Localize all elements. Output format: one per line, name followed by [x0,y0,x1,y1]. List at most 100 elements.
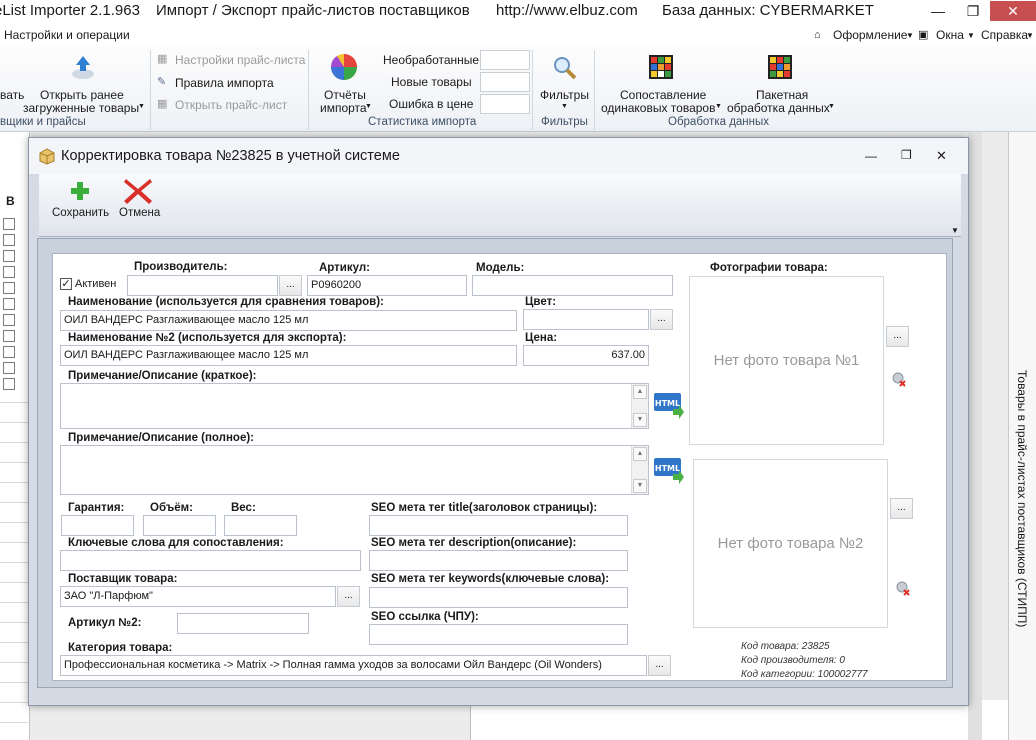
import-rules-button[interactable]: Правила импорта [175,76,274,90]
scroll-down-icon[interactable]: ▼ [633,413,647,427]
manufacturer-input[interactable] [127,275,278,296]
photo-slot-1[interactable]: Нет фото товара №1 [689,276,884,445]
menu-help[interactable]: Справка [981,28,1028,42]
row-checkbox[interactable] [3,250,15,262]
dialog-toolbar: Сохранить Отмена ▼ [39,174,961,237]
match-button-line1[interactable]: Сопоставление [620,88,706,102]
short-description-label: Примечание/Описание (краткое): [68,370,257,382]
photo1-browse-button[interactable]: ... [886,326,909,347]
filters-button[interactable]: Фильтры [540,88,589,102]
open-previous-button-line1[interactable]: Открыть ранее [40,88,124,102]
seo-description-input[interactable] [369,550,628,571]
rubiks-cube-icon[interactable] [646,52,676,82]
remove-photo-icon[interactable] [895,580,911,596]
row-checkbox[interactable] [3,266,15,278]
pricelist-settings-button[interactable]: Настройки прайс-листа [175,53,305,67]
row-checkbox[interactable] [3,314,15,326]
name-input[interactable]: ОИЛ ВАНДЕРС Разглаживающее масло 125 мл [60,310,517,331]
sku-input[interactable]: P0960200 [307,275,467,296]
row-checkbox[interactable] [3,330,15,342]
batch-button-line2[interactable]: обработка данных [727,101,830,115]
rules-icon: ✎ [157,76,167,88]
rubiks-cube-icon[interactable] [765,52,795,82]
sku2-input[interactable] [177,613,309,634]
keywords-input[interactable] [60,550,361,571]
seo-title-label: SEO мета тег title(заголовок страницы): [371,502,598,514]
row-checkbox[interactable] [3,298,15,310]
seo-keywords-label: SEO мета тег keywords(ключевые слова): [371,573,610,585]
minimize-icon[interactable]: — [865,149,877,163]
open-pricelist-button[interactable]: Открыть прайс-лист [175,98,287,112]
menu-windows[interactable]: Окна [936,28,964,42]
category-code: Код категории: 100002777 [741,669,868,680]
weight-input[interactable] [224,515,297,536]
color-input[interactable] [523,309,649,330]
photo-slot-2[interactable]: Нет фото товара №2 [693,459,888,628]
active-checkbox[interactable]: ✓ [60,278,72,290]
photo2-browse-button[interactable]: ... [890,498,913,519]
batch-button-line1[interactable]: Пакетная [756,88,808,102]
row-checkbox[interactable] [3,378,15,390]
row-checkbox[interactable] [3,346,15,358]
ribbon-partial-button[interactable]: вать [0,88,24,102]
model-input[interactable] [472,275,673,296]
row-checkbox[interactable] [3,282,15,294]
cancel-button[interactable]: Отмена [119,207,160,219]
cross-icon[interactable] [122,176,154,206]
row-checkbox[interactable] [3,362,15,374]
close-icon[interactable]: ✕ [936,148,947,164]
open-previous-button-line2[interactable]: загруженные товары [23,101,139,115]
seo-url-input[interactable] [369,624,628,645]
upload-icon[interactable] [68,52,98,82]
group-data-label: Обработка данных [668,116,770,128]
reports-button-line1[interactable]: Отчёты [324,88,366,102]
group-stats-label: Статистика импорта [368,116,477,128]
pie-chart-icon[interactable] [329,52,359,82]
save-button[interactable]: Сохранить [52,207,109,219]
warranty-input[interactable] [61,515,134,536]
reports-button-line2[interactable]: импорта [320,101,367,115]
supplier-input[interactable]: ЗАО "Л-Парфюм" [60,586,336,607]
home-icon[interactable]: ⌂ [814,29,821,41]
side-panel-label: Товары в прайс-листах поставщиков (СТИПП… [1015,370,1029,628]
scrollbar[interactable]: ▲ ▼ [631,384,648,428]
short-description-textarea[interactable]: ▲ ▼ [60,383,649,429]
color-browse-button[interactable]: ... [650,309,673,330]
minimize-icon[interactable]: — [922,1,954,21]
sku-label: Артикул: [319,262,371,274]
supplier-browse-button[interactable]: ... [337,586,360,607]
seo-title-input[interactable] [369,515,628,536]
name2-input[interactable]: ОИЛ ВАНДЕРС Разглаживающее масло 125 мл [60,345,517,366]
price-input[interactable]: 637.00 [523,345,649,366]
row-checkbox[interactable] [3,234,15,246]
unprocessed-label: Необработанные [383,53,480,67]
category-browse-button[interactable]: ... [648,655,671,676]
html-editor-icon[interactable]: HTML [653,392,685,420]
restore-icon[interactable]: ❐ [901,148,912,162]
html-badge: HTML [655,399,680,408]
scroll-up-icon[interactable]: ▲ [633,447,647,461]
restore-icon[interactable]: ❐ [957,1,989,21]
dialog-title-bar[interactable]: Корректировка товара №23825 в учетной си… [29,138,968,174]
category-input[interactable]: Профессиональная косметика -> Matrix -> … [60,655,647,676]
plus-icon[interactable] [69,180,91,202]
scroll-down-icon[interactable]: ▼ [633,479,647,493]
row-checkbox[interactable] [3,218,15,230]
side-panel-tab[interactable]: Товары в прайс-листах поставщиков (СТИПП… [1008,132,1036,740]
close-window-icon[interactable]: ✕ [990,1,1036,21]
match-button-line2[interactable]: одинаковых товаров [601,101,715,115]
scrollbar[interactable]: ▲ ▼ [631,446,648,494]
chevron-down-icon[interactable]: ▼ [951,226,959,235]
menu-design[interactable]: Оформление [833,28,907,42]
menu-settings[interactable]: Настройки и операции [4,28,130,42]
html-editor-icon[interactable]: HTML [653,457,685,485]
volume-input[interactable] [143,515,216,536]
remove-photo-icon[interactable] [891,371,907,387]
active-label: Активен [75,278,117,290]
scroll-up-icon[interactable]: ▲ [633,385,647,399]
seo-keywords-input[interactable] [369,587,628,608]
manufacturer-browse-button[interactable]: ... [279,275,302,296]
full-description-textarea[interactable]: ▲ ▼ [60,445,649,495]
magnifier-icon[interactable] [551,54,579,82]
price-error-label: Ошибка в цене [389,97,474,111]
